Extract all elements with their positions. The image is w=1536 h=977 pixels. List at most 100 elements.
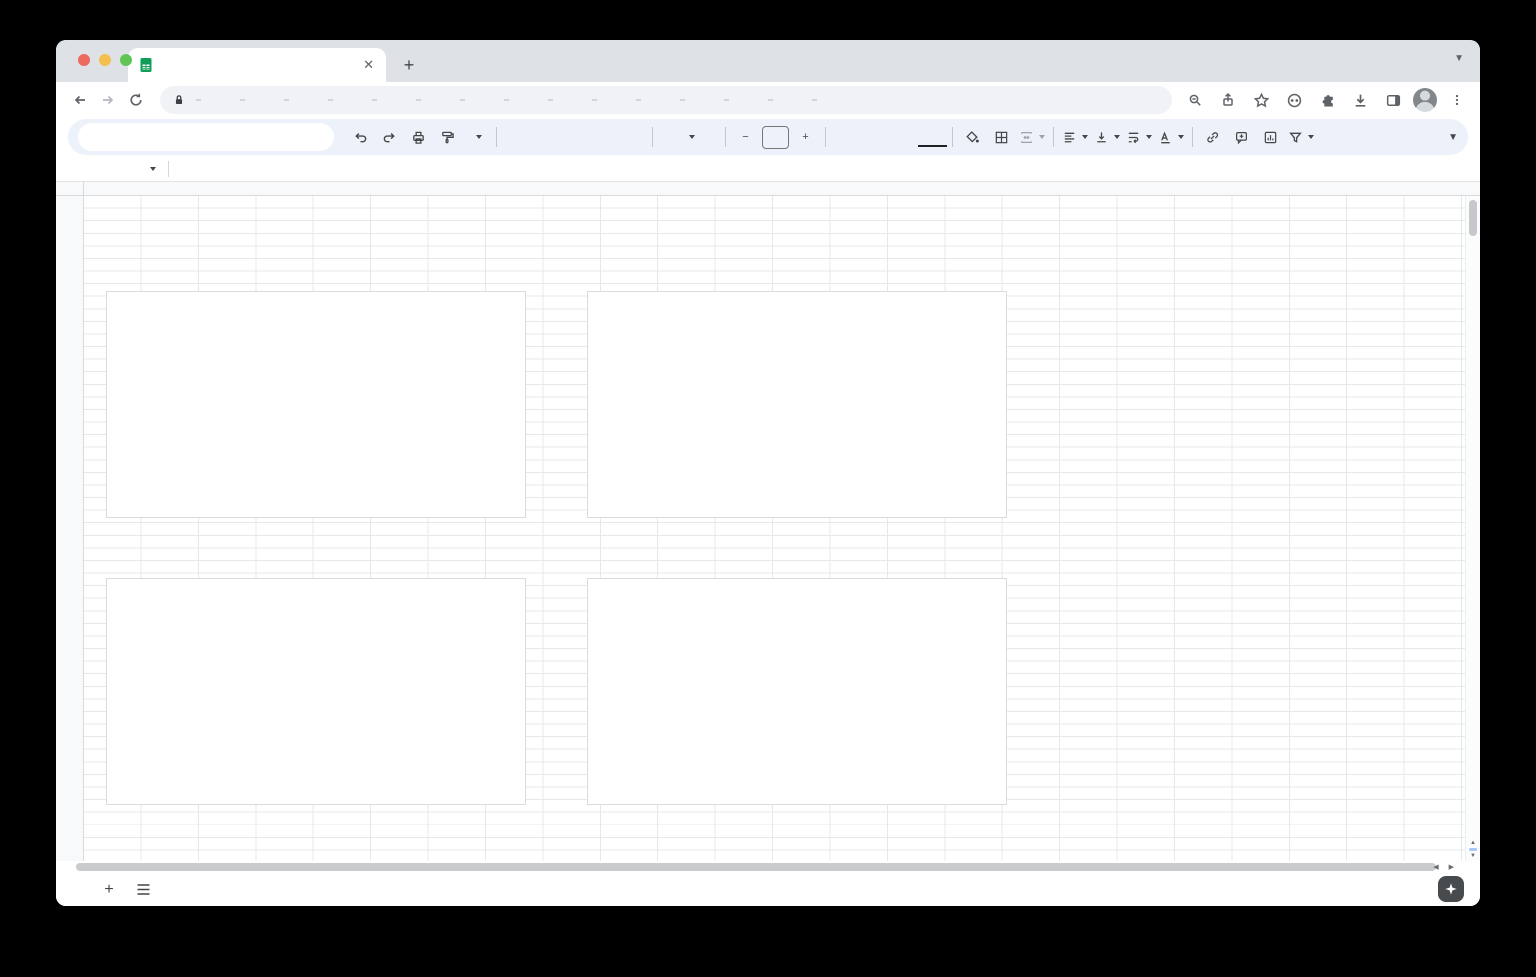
chevron-down-icon <box>1114 135 1120 139</box>
more-formats-button[interactable] <box>618 124 647 150</box>
redo-button[interactable] <box>375 124 404 150</box>
tab-search-chevron-icon[interactable]: ▼ <box>1454 53 1464 64</box>
sheets-toolbar: − + <box>56 118 1480 156</box>
tab-close-icon[interactable]: ✕ <box>361 57 376 73</box>
scroll-up-arrow-icon[interactable]: ▲ <box>1470 840 1476 846</box>
window-controls <box>78 54 132 66</box>
browser-menu-button[interactable] <box>1444 87 1470 113</box>
increase-font-size-button[interactable]: + <box>791 124 820 150</box>
filter-icon <box>1288 130 1303 145</box>
share-button[interactable] <box>1215 87 1241 113</box>
add-sheet-button[interactable]: + <box>96 877 122 903</box>
browser-window: ✕ + ▼ <box>56 40 1480 906</box>
chevron-down-icon <box>1308 135 1314 139</box>
select-all-corner[interactable] <box>56 182 84 195</box>
strikethrough-button[interactable] <box>889 124 918 150</box>
merge-cells-button[interactable] <box>1016 124 1048 150</box>
undo-button[interactable] <box>346 124 375 150</box>
horizontal-scrollbar[interactable]: ◀ ▶ <box>56 861 1480 873</box>
sparkle-icon <box>1444 882 1458 896</box>
bold-button[interactable] <box>831 124 860 150</box>
google-sheets-icon <box>138 57 154 73</box>
vertical-align-icon <box>1094 130 1109 145</box>
address-bar[interactable] <box>160 86 1172 114</box>
horizontal-align-button[interactable] <box>1059 124 1091 150</box>
borders-button[interactable] <box>987 124 1016 150</box>
undo-icon <box>353 130 368 145</box>
insert-link-button[interactable] <box>1198 124 1227 150</box>
all-sheets-button[interactable] <box>130 877 156 903</box>
downloads-button[interactable] <box>1347 87 1373 113</box>
extension-sparkle-button[interactable] <box>1438 876 1464 902</box>
lock-icon <box>172 93 186 107</box>
menu-search-input[interactable] <box>78 123 334 151</box>
chart-cash-burn-balance[interactable] <box>587 291 1007 518</box>
name-box[interactable] <box>56 167 164 171</box>
increase-decimal-button[interactable] <box>589 124 618 150</box>
chart-cost-breakdown[interactable] <box>106 578 526 805</box>
forward-arrow-icon <box>100 92 116 108</box>
link-icon <box>1205 130 1220 145</box>
close-window-button[interactable] <box>78 54 90 66</box>
browser-tabstrip: ✕ + ▼ <box>56 40 1480 82</box>
star-icon <box>1253 92 1270 109</box>
scroll-position-marker <box>1469 848 1477 851</box>
paint-format-button[interactable] <box>433 124 462 150</box>
vertical-align-button[interactable] <box>1091 124 1123 150</box>
scroll-right-arrow-icon[interactable]: ▶ <box>1449 863 1454 871</box>
vertical-scrollbar-thumb[interactable] <box>1469 200 1477 236</box>
insert-chart-button[interactable] <box>1256 124 1285 150</box>
chevron-down-icon <box>689 135 695 139</box>
extensions-button[interactable] <box>1314 87 1340 113</box>
side-panel-button[interactable] <box>1380 87 1406 113</box>
maximize-window-button[interactable] <box>120 54 132 66</box>
chart-revenue-cogs-sga-net-income[interactable] <box>106 291 526 518</box>
horizontal-scrollbar-thumb[interactable] <box>76 863 1436 871</box>
format-currency-button[interactable] <box>502 124 531 150</box>
decrease-font-size-button[interactable]: − <box>731 124 760 150</box>
browser-action-icons <box>1182 87 1470 113</box>
decrease-decimal-button[interactable] <box>560 124 589 150</box>
profile-avatar[interactable] <box>1413 88 1437 112</box>
insert-comment-button[interactable] <box>1227 124 1256 150</box>
chevron-down-icon <box>476 135 482 139</box>
zoom-select[interactable] <box>462 124 491 150</box>
italic-button[interactable] <box>860 124 889 150</box>
puzzle-icon <box>1319 92 1336 109</box>
back-button[interactable] <box>66 86 94 114</box>
browser-tab[interactable]: ✕ <box>128 48 386 82</box>
scroll-left-arrow-icon[interactable]: ◀ <box>1433 863 1438 871</box>
chevron-down-icon <box>1082 135 1088 139</box>
toolbar-overflow-chevron-icon[interactable]: ▼ <box>1448 132 1458 143</box>
extension-circle-button[interactable] <box>1281 87 1307 113</box>
fill-color-button[interactable] <box>958 124 987 150</box>
scroll-down-arrow-icon[interactable]: ▼ <box>1470 853 1476 859</box>
hamburger-menu-icon <box>137 884 150 895</box>
bookmark-button[interactable] <box>1248 87 1274 113</box>
back-arrow-icon <box>72 92 88 108</box>
font-size-input[interactable] <box>762 126 789 149</box>
functions-button[interactable] <box>1317 124 1346 150</box>
minimize-window-button[interactable] <box>99 54 111 66</box>
url-text-redacted <box>196 99 836 101</box>
merge-cells-icon <box>1019 130 1034 145</box>
sheet-canvas[interactable] <box>84 196 1480 861</box>
font-select[interactable] <box>658 124 720 150</box>
text-color-button[interactable] <box>918 127 947 147</box>
chevron-down-icon <box>1039 135 1045 139</box>
chart-icon <box>1263 130 1278 145</box>
formula-bar <box>56 156 1480 182</box>
zoom-out-page-button[interactable] <box>1182 87 1208 113</box>
text-rotation-button[interactable] <box>1155 124 1187 150</box>
vertical-scrollbar[interactable]: ▲ ▼ <box>1465 196 1480 861</box>
forward-button[interactable] <box>94 86 122 114</box>
reload-button[interactable] <box>122 86 150 114</box>
new-tab-button[interactable]: + <box>396 52 422 78</box>
print-icon <box>411 130 426 145</box>
print-button[interactable] <box>404 124 433 150</box>
share-icon <box>1220 92 1236 108</box>
format-percent-button[interactable] <box>531 124 560 150</box>
create-filter-button[interactable] <box>1285 124 1317 150</box>
chart-headcount-hr-expenses[interactable] <box>587 578 1007 805</box>
text-wrap-button[interactable] <box>1123 124 1155 150</box>
